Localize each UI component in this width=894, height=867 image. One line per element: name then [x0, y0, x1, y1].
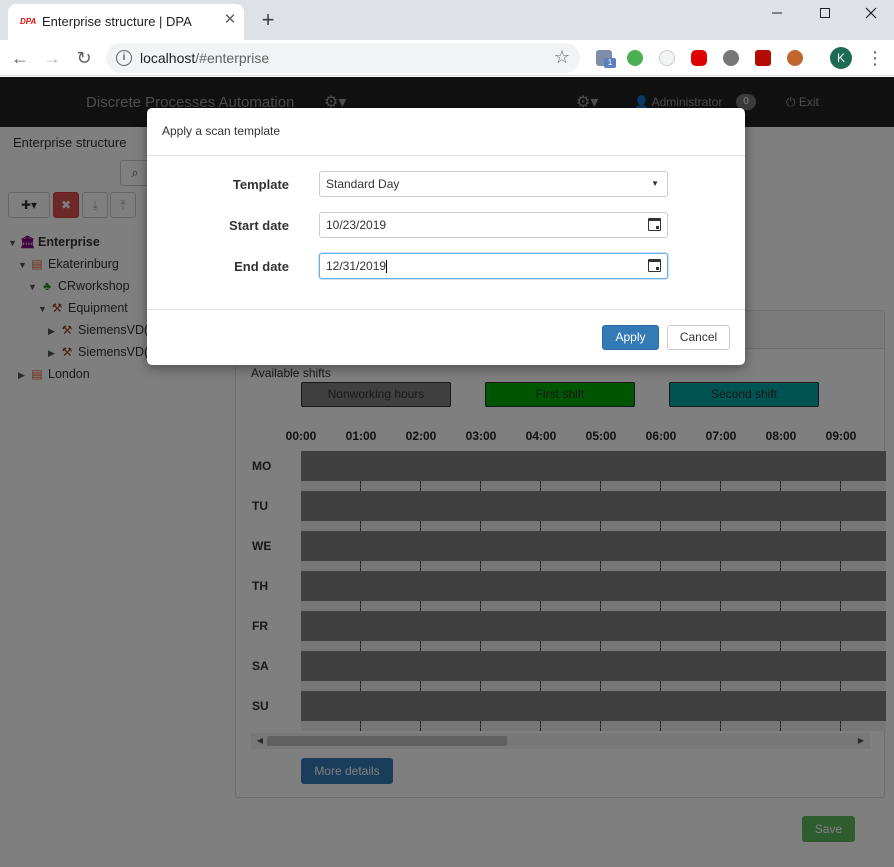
close-icon	[865, 7, 877, 19]
text-cursor	[386, 260, 388, 274]
close-window-button[interactable]	[848, 0, 894, 26]
minimize-icon	[772, 12, 782, 14]
extension-badge: 1	[604, 58, 616, 68]
calendar-icon[interactable]	[648, 218, 661, 231]
modal-header-divider	[147, 155, 745, 156]
template-value: Standard Day	[326, 177, 400, 191]
profile-avatar[interactable]: K	[830, 47, 852, 69]
pdf-extension-icon[interactable]	[755, 50, 771, 66]
maximize-window-button[interactable]	[802, 0, 848, 26]
bookmark-star-icon[interactable]: ☆	[554, 47, 570, 68]
forward-arrow-icon[interactable]: →	[40, 46, 64, 70]
gray-extension-icon[interactable]	[723, 50, 739, 66]
start-date-value: 10/23/2019	[326, 218, 387, 232]
template-select[interactable]: Standard Day ▼	[319, 171, 668, 197]
new-tab-button[interactable]: +	[256, 8, 280, 32]
green-extension-icon[interactable]	[627, 50, 643, 66]
end-date-value: 12/31/2019	[326, 259, 387, 273]
url-text: localhost/#enterprise	[140, 50, 270, 66]
browser-tab[interactable]: DPA Enterprise structure | DPA ✕	[8, 4, 244, 40]
start-date-input[interactable]: 10/23/2019	[319, 212, 668, 238]
dpa-favicon-icon: DPA	[20, 17, 37, 26]
end-date-input[interactable]: 12/31/2019	[319, 253, 668, 279]
template-label: Template	[232, 177, 289, 192]
start-date-label: Start date	[229, 218, 289, 233]
address-bar[interactable]: i localhost/#enterprise ☆	[106, 43, 580, 73]
site-info-icon[interactable]: i	[116, 50, 132, 66]
chevron-down-icon: ▼	[651, 179, 659, 188]
mail-extension-icon[interactable]: 1	[596, 50, 616, 68]
browser-menu-icon[interactable]: ⋮	[866, 47, 884, 69]
apply-button[interactable]: Apply	[602, 325, 659, 350]
adblock-extension-icon[interactable]	[691, 50, 707, 66]
modal-footer-divider	[147, 309, 745, 310]
character-extension-icon[interactable]	[787, 50, 803, 66]
modal-title: Apply a scan template	[162, 124, 281, 138]
cancel-button[interactable]: Cancel	[667, 325, 730, 350]
minimize-window-button[interactable]	[754, 0, 800, 26]
compass-extension-icon[interactable]	[659, 50, 675, 66]
reload-icon[interactable]: ↻	[72, 46, 96, 70]
apply-template-modal: Apply a scan template Template Standard …	[147, 108, 745, 365]
tab-title: Enterprise structure | DPA	[42, 14, 192, 29]
browser-toolbar: ← → ↻ i localhost/#enterprise ☆ 1 K ⋮	[0, 40, 894, 76]
browser-tabstrip: DPA Enterprise structure | DPA ✕ +	[0, 0, 894, 40]
calendar-icon[interactable]	[648, 259, 661, 272]
maximize-icon	[820, 8, 830, 18]
end-date-label: End date	[234, 259, 289, 274]
back-arrow-icon[interactable]: ←	[8, 46, 32, 70]
tab-close-icon[interactable]: ✕	[222, 12, 238, 28]
